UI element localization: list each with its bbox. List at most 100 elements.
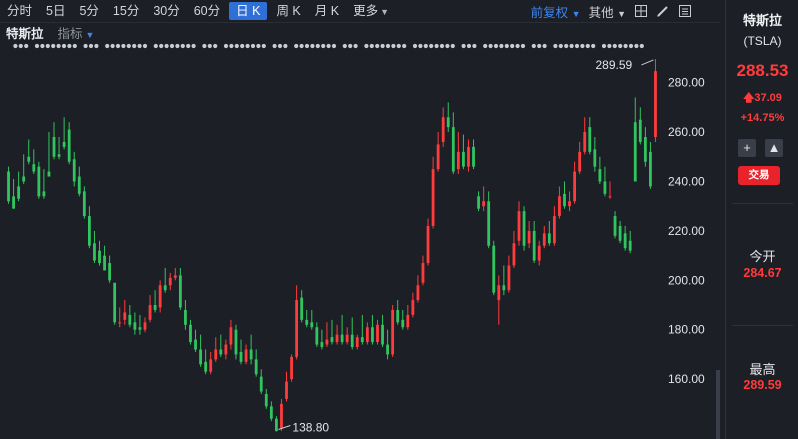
event-marker-icon xyxy=(483,43,488,49)
candle-body xyxy=(113,282,117,323)
candle-body xyxy=(371,327,374,343)
trade-button[interactable]: 交易 xyxy=(738,166,780,185)
event-marker-icon xyxy=(634,43,639,49)
candle-body xyxy=(573,171,577,202)
period-15min[interactable]: 15分 xyxy=(106,2,146,20)
y-tick-label: 160.00 xyxy=(668,372,705,386)
candle-body xyxy=(355,337,359,348)
event-marker-icon xyxy=(353,43,358,49)
chart-scrollbar[interactable] xyxy=(716,370,720,439)
candle-body xyxy=(108,263,112,281)
candle-body xyxy=(32,164,36,172)
period-60min[interactable]: 60分 xyxy=(187,2,227,20)
chevron-down-icon: ▼ xyxy=(617,8,626,19)
period-5day[interactable]: 5日 xyxy=(39,2,72,20)
event-marker-icon xyxy=(277,43,283,49)
candle-body xyxy=(563,193,566,207)
period-more-menu[interactable]: 更多 ▼ xyxy=(346,2,396,20)
period-toolbar: 分时 5日 5分 15分 30分 60分 日 K 周 K 月 K 更多 ▼ 前复权… xyxy=(0,0,720,23)
candle-body xyxy=(168,277,172,286)
candle-body xyxy=(264,393,268,407)
event-marker-icon xyxy=(607,43,612,49)
bell-icon[interactable]: ▲ xyxy=(765,139,783,157)
candle-body xyxy=(269,406,273,419)
pen-icon[interactable] xyxy=(656,4,670,18)
period-5min[interactable]: 5分 xyxy=(72,2,105,20)
candle-body xyxy=(194,339,197,350)
period-monthly-k[interactable]: 月 K xyxy=(308,2,346,20)
candle-body xyxy=(497,285,501,301)
candle-body xyxy=(204,361,208,372)
candle-body xyxy=(189,324,192,343)
indicator-dropdown[interactable]: 指标 ▼ xyxy=(58,23,95,42)
event-marker-icon xyxy=(115,43,121,49)
candle-body xyxy=(436,144,440,170)
grid-icon[interactable] xyxy=(634,4,648,18)
candle-body xyxy=(254,359,258,375)
event-marker-icon xyxy=(191,43,196,49)
event-marker-icon xyxy=(380,43,385,49)
candle-body xyxy=(345,334,349,343)
candle-body xyxy=(613,216,617,236)
candle-body xyxy=(462,151,465,167)
chevron-down-icon: ▼ xyxy=(380,7,390,17)
candle-body xyxy=(649,151,652,187)
high-value: 289.59 xyxy=(743,378,782,392)
event-marker-icon xyxy=(61,43,67,49)
event-marker-icon xyxy=(110,43,115,49)
event-marker-icon xyxy=(488,43,493,49)
period-intraday[interactable]: 分时 xyxy=(0,2,39,20)
candle-body xyxy=(396,309,400,323)
event-marker-icon xyxy=(445,43,450,49)
event-marker-icon xyxy=(326,43,331,49)
event-marker-icon xyxy=(142,43,148,49)
toolbar-right: 前复权 ▼ 其他 ▼ xyxy=(531,0,692,22)
period-daily-k[interactable]: 日 K xyxy=(229,2,268,20)
other-dropdown[interactable]: 其他 ▼ xyxy=(589,2,626,21)
candle-body xyxy=(588,127,592,152)
candle-body xyxy=(158,285,162,308)
candle-body xyxy=(608,196,612,198)
event-marker-icon xyxy=(13,43,18,49)
candle-body xyxy=(401,319,405,328)
candle-body xyxy=(57,154,61,157)
candle-body xyxy=(138,327,142,330)
candle-body xyxy=(229,327,233,345)
event-marker-icon xyxy=(466,43,472,49)
event-marker-icon xyxy=(83,43,88,49)
add-watchlist-button[interactable]: + xyxy=(738,139,756,157)
event-marker-icon xyxy=(402,43,407,49)
event-marker-icon xyxy=(234,43,239,49)
event-marker-icon xyxy=(542,43,547,49)
event-marker-icon xyxy=(461,43,466,49)
candle-body xyxy=(315,327,319,345)
event-marker-icon xyxy=(180,43,185,49)
candle-body xyxy=(517,211,521,241)
candle-body xyxy=(386,344,389,355)
event-marker-icon xyxy=(558,43,563,49)
event-marker-icon xyxy=(423,43,428,49)
candle-body xyxy=(643,137,647,162)
candle-body xyxy=(123,312,127,320)
event-marker-icon xyxy=(396,43,401,49)
event-marker-icon xyxy=(72,43,77,49)
period-weekly-k[interactable]: 周 K xyxy=(269,2,307,20)
candle-body xyxy=(244,349,248,362)
candle-body xyxy=(62,141,66,147)
candle-body xyxy=(224,344,228,355)
y-tick-label: 200.00 xyxy=(668,273,705,287)
list-icon[interactable] xyxy=(678,4,692,18)
last-price: 288.53 xyxy=(736,61,789,80)
event-marker-icon xyxy=(429,43,434,49)
candle-body xyxy=(527,230,531,244)
event-marker-icon xyxy=(186,43,191,49)
chevron-down-icon: ▼ xyxy=(571,8,581,19)
candle-body xyxy=(234,329,238,355)
candle-body xyxy=(118,322,122,324)
event-marker-icon xyxy=(580,43,585,49)
adjust-dropdown[interactable]: 前复权 ▼ xyxy=(531,2,581,21)
event-marker-icon xyxy=(299,43,304,49)
period-30min[interactable]: 30分 xyxy=(146,2,186,20)
kline-chart[interactable]: 280.00 260.00 240.00 220.00 200.00 180.00 160.… xyxy=(0,0,720,439)
candle-body xyxy=(280,403,283,429)
